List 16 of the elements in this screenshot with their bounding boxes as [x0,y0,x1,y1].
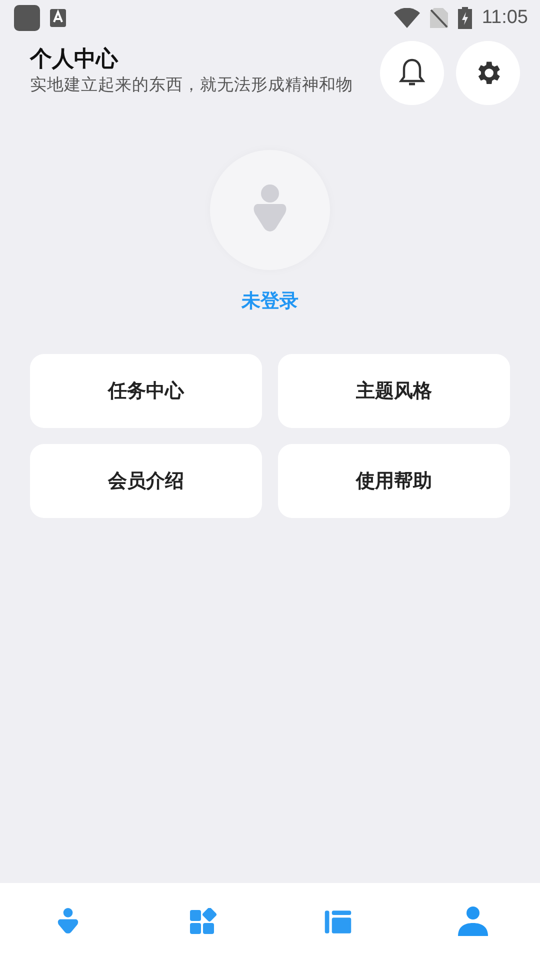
status-time: 11:05 [482,7,528,29]
battery-icon [458,7,472,29]
keyboard-icon [50,9,66,27]
layout-icon [324,908,352,936]
app-icon [14,5,40,31]
page-title: 个人中心 [30,46,118,74]
person-icon [456,906,488,938]
menu-card[interactable]: 会员介绍 [30,444,262,518]
no-sim-icon [430,8,448,28]
menu-card[interactable]: 任务中心 [30,354,262,428]
menu-card[interactable]: 使用帮助 [278,444,510,518]
apps-icon [188,908,216,936]
page-subtitle: 实地建立起来的东西，就无法形成精神和物 [30,74,353,96]
bell-icon [398,58,426,88]
wifi-icon [394,8,420,28]
menu-card[interactable]: 主题风格 [278,354,510,428]
